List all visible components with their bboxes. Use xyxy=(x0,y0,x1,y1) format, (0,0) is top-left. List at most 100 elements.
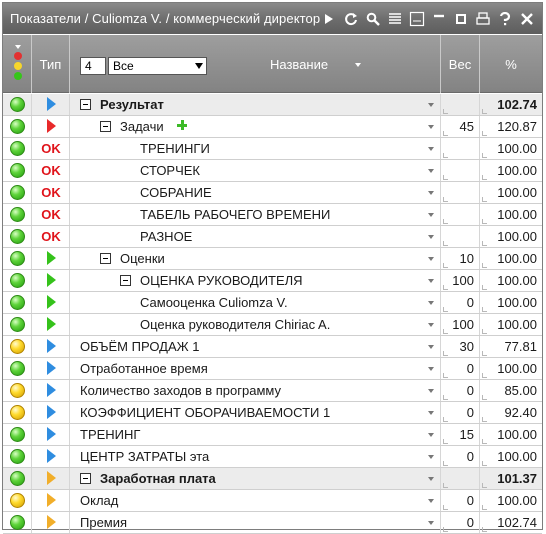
name-cell[interactable]: ОБЪЁМ ПРОДАЖ 1 xyxy=(70,336,441,357)
table-row[interactable]: ТРЕНИНГ 15 100.00 xyxy=(3,424,542,446)
table-row[interactable]: Заработная плата 101.37 xyxy=(3,468,542,490)
header-type[interactable]: Тип xyxy=(32,35,70,93)
window-title: Показатели / Culiomza V. / коммерческий … xyxy=(10,11,321,26)
search-icon[interactable] xyxy=(364,9,382,29)
table-row[interactable]: Отработанное время 0 100.00 xyxy=(3,358,542,380)
row-menu-arrow-icon[interactable] xyxy=(428,257,434,261)
sort-arrow-icon[interactable] xyxy=(355,63,361,67)
row-menu-arrow-icon[interactable] xyxy=(428,455,434,459)
filter-select[interactable]: Все xyxy=(108,57,207,75)
row-menu-arrow-icon[interactable] xyxy=(428,345,434,349)
row-menu-arrow-icon[interactable] xyxy=(428,323,434,327)
name-cell[interactable]: СТОРЧЕК xyxy=(70,160,441,181)
name-cell[interactable]: Оклад xyxy=(70,490,441,511)
title-bar: Показатели / Culiomza V. / коммерческий … xyxy=(3,3,542,34)
table-row[interactable]: ОЦЕНКА РУКОВОДИТЕЛЯ 100 100.00 xyxy=(3,270,542,292)
table-row[interactable]: Количество заходов в программу 0 85.00 xyxy=(3,380,542,402)
cell-corner-mark xyxy=(443,461,448,466)
blue-type-triangle-icon xyxy=(47,339,56,353)
row-menu-arrow-icon[interactable] xyxy=(428,279,434,283)
name-cell[interactable]: Заработная плата xyxy=(70,468,441,489)
table-row[interactable]: OK РАЗНОЕ 100.00 xyxy=(3,226,542,248)
csv-icon[interactable] xyxy=(408,9,426,29)
table-row[interactable]: Оценка руководителя Chiriac A. 100 100.00 xyxy=(3,314,542,336)
table-row[interactable]: Оценки 10 100.00 xyxy=(3,248,542,270)
row-menu-arrow-icon[interactable] xyxy=(428,521,434,525)
ok-badge: OK xyxy=(41,141,61,156)
name-cell[interactable]: ОЦЕНКА РУКОВОДИТЕЛЯ xyxy=(70,270,441,291)
row-menu-arrow-icon[interactable] xyxy=(428,389,434,393)
table-row[interactable]: Самооценка Culiomza V. 0 100.00 xyxy=(3,292,542,314)
level-select[interactable]: 4 xyxy=(80,57,106,75)
ok-badge: OK xyxy=(41,163,61,178)
name-cell[interactable]: ТРЕНИНГ xyxy=(70,424,441,445)
name-cell[interactable]: Количество заходов в программу xyxy=(70,380,441,401)
row-label: Результат xyxy=(100,97,164,112)
row-menu-arrow-icon[interactable] xyxy=(428,191,434,195)
row-menu-arrow-icon[interactable] xyxy=(428,499,434,503)
name-cell[interactable]: ТРЕНИНГИ xyxy=(70,138,441,159)
name-cell[interactable]: ЦЕНТР ЗАТРАТЫ эта xyxy=(70,446,441,467)
list-icon[interactable] xyxy=(386,9,404,29)
row-menu-arrow-icon[interactable] xyxy=(428,411,434,415)
name-cell[interactable]: Результат xyxy=(70,94,441,115)
name-cell[interactable]: РАЗНОЕ xyxy=(70,226,441,247)
type-cell xyxy=(32,358,70,379)
table-row[interactable]: OK СТОРЧЕК 100.00 xyxy=(3,160,542,182)
name-cell[interactable]: Премия xyxy=(70,512,441,533)
table-row[interactable]: Премия 0 102.74 xyxy=(3,512,542,534)
row-menu-arrow-icon[interactable] xyxy=(428,433,434,437)
table-row[interactable]: ОБЪЁМ ПРОДАЖ 1 30 77.81 xyxy=(3,336,542,358)
row-menu-arrow-icon[interactable] xyxy=(428,147,434,151)
restore-icon[interactable] xyxy=(452,9,470,29)
row-menu-arrow-icon[interactable] xyxy=(428,169,434,173)
row-menu-arrow-icon[interactable] xyxy=(428,367,434,371)
yellow-status-light-icon xyxy=(10,339,25,354)
row-menu-arrow-icon[interactable] xyxy=(428,125,434,129)
table-row[interactable]: Результат 102.74 xyxy=(3,94,542,116)
collapse-icon[interactable] xyxy=(120,275,131,286)
row-menu-arrow-icon[interactable] xyxy=(428,301,434,305)
header-traffic-light[interactable] xyxy=(3,35,32,93)
header-weight[interactable]: Вес xyxy=(441,35,480,93)
status-cell xyxy=(3,270,32,291)
collapse-icon[interactable] xyxy=(100,253,111,264)
weight-cell: 0 xyxy=(441,402,480,423)
name-cell[interactable]: ТАБЕЛЬ РАБОЧЕГО ВРЕМЕНИ xyxy=(70,204,441,225)
refresh-icon[interactable] xyxy=(342,9,360,29)
add-icon[interactable] xyxy=(177,120,187,130)
minimize-icon[interactable] xyxy=(430,9,448,29)
play-icon[interactable] xyxy=(320,9,338,29)
close-icon[interactable] xyxy=(518,9,536,29)
row-label: Задачи xyxy=(120,119,164,134)
table-row[interactable]: ЦЕНТР ЗАТРАТЫ эта 0 100.00 xyxy=(3,446,542,468)
header-name[interactable]: 4 Все Название xyxy=(70,35,441,93)
header-percent[interactable]: % xyxy=(480,35,542,93)
row-menu-arrow-icon[interactable] xyxy=(428,103,434,107)
collapse-icon[interactable] xyxy=(80,473,91,484)
name-cell[interactable]: КОЭФФИЦИЕНТ ОБОРАЧИВАЕМОСТИ 1 xyxy=(70,402,441,423)
name-cell[interactable]: СОБРАНИЕ xyxy=(70,182,441,203)
name-cell[interactable]: Оценки xyxy=(70,248,441,269)
table-row[interactable]: OK СОБРАНИЕ 100.00 xyxy=(3,182,542,204)
name-cell[interactable]: Отработанное время xyxy=(70,358,441,379)
weight-cell: 10 xyxy=(441,248,480,269)
help-icon[interactable] xyxy=(496,9,514,29)
row-menu-arrow-icon[interactable] xyxy=(428,235,434,239)
name-cell[interactable]: Оценка руководителя Chiriac A. xyxy=(70,314,441,335)
print-icon[interactable] xyxy=(474,9,492,29)
level-value: 4 xyxy=(85,59,92,73)
collapse-icon[interactable] xyxy=(80,99,91,110)
row-menu-arrow-icon[interactable] xyxy=(428,213,434,217)
table-row[interactable]: Задачи 45 120.87 xyxy=(3,116,542,138)
table-row[interactable]: Оклад 0 100.00 xyxy=(3,490,542,512)
table-row[interactable]: OK ТРЕНИНГИ 100.00 xyxy=(3,138,542,160)
name-cell[interactable]: Задачи xyxy=(70,116,441,137)
name-cell[interactable]: Самооценка Culiomza V. xyxy=(70,292,441,313)
green-status-light-icon xyxy=(10,207,25,222)
table-row[interactable]: OK ТАБЕЛЬ РАБОЧЕГО ВРЕМЕНИ 100.00 xyxy=(3,204,542,226)
row-menu-arrow-icon[interactable] xyxy=(428,477,434,481)
table-row[interactable]: КОЭФФИЦИЕНТ ОБОРАЧИВАЕМОСТИ 1 0 92.40 xyxy=(3,402,542,424)
cell-corner-mark xyxy=(443,439,448,444)
collapse-icon[interactable] xyxy=(100,121,111,132)
